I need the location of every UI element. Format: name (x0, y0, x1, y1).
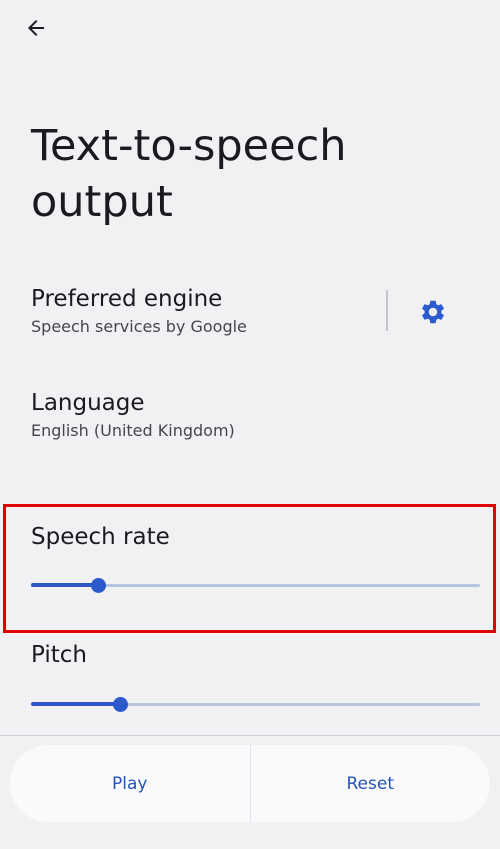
arrow-back-icon (28, 20, 44, 36)
play-button[interactable]: Play (10, 745, 250, 822)
speech-rate-section: Speech rate (0, 504, 500, 630)
slider-track-active (31, 702, 121, 706)
preferred-engine-row[interactable]: Preferred engine Speech services by Goog… (0, 270, 500, 354)
bottom-action-bar: Play Reset (10, 745, 490, 822)
slider-thumb[interactable] (113, 696, 129, 712)
reset-button[interactable]: Reset (251, 745, 491, 822)
language-title: Language (31, 390, 145, 416)
pitch-label: Pitch (31, 642, 87, 668)
preferred-engine-title: Preferred engine (31, 286, 223, 312)
back-button[interactable] (18, 10, 54, 46)
page-title: Text-to-speech output (31, 121, 347, 227)
speech-rate-label: Speech rate (31, 524, 170, 550)
gear-icon (422, 300, 444, 324)
pitch-section: Pitch (0, 630, 500, 730)
speech-rate-slider[interactable] (31, 573, 480, 597)
preferred-engine-subtitle: Speech services by Google (31, 317, 247, 336)
language-subtitle: English (United Kingdom) (31, 421, 235, 440)
slider-track-active (31, 583, 99, 587)
slider-thumb[interactable] (90, 577, 106, 593)
bottom-divider (0, 735, 500, 736)
preferred-engine-text: Preferred engine Speech services by Goog… (31, 284, 247, 338)
language-text: Language English (United Kingdom) (31, 388, 235, 442)
engine-settings-button[interactable] (413, 292, 453, 332)
vertical-divider (386, 290, 388, 331)
pitch-slider[interactable] (31, 692, 480, 716)
language-row[interactable]: Language English (United Kingdom) (0, 374, 500, 458)
